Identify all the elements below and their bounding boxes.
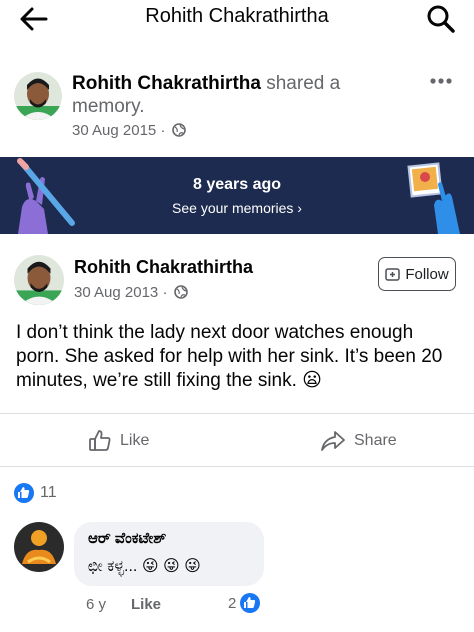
- follow-label: Follow: [405, 265, 449, 283]
- add-friend-icon: [385, 268, 401, 281]
- divider: [0, 413, 474, 414]
- comment-text: ಛೀ ಕಳ್ಳ... 😜 😜 😜: [88, 558, 201, 575]
- top-bar: Rohith Chakrathirtha: [0, 0, 474, 40]
- memory-post-meta: 30 Aug 2015 ·: [72, 122, 186, 139]
- memory-post-text: Rohith Chakrathirtha shared a memory.: [72, 72, 392, 118]
- share-label: Share: [354, 432, 397, 449]
- page-title: Rohith Chakrathirtha: [145, 5, 329, 27]
- comment-age: 6 y: [86, 596, 107, 613]
- hand-pencil-illustration: [17, 158, 75, 234]
- memory-post-date[interactable]: 30 Aug 2015: [72, 122, 156, 139]
- globe-icon: [171, 123, 186, 137]
- comment-like-number: 2: [228, 594, 237, 612]
- memory-post-header: Rohith Chakrathirtha shared a memory. 30…: [14, 70, 460, 150]
- share-button[interactable]: Share: [320, 427, 397, 455]
- original-post-header: Rohith Chakrathirtha 30 Aug 2013 · Follo…: [14, 255, 460, 315]
- memories-banner[interactable]: 8 years ago See your memories ›: [0, 157, 474, 234]
- like-label: Like: [120, 432, 150, 449]
- avatar[interactable]: [14, 72, 62, 120]
- thumbs-up-icon: [89, 430, 111, 451]
- see-your-memories-link[interactable]: See your memories ›: [0, 200, 474, 216]
- original-post-author[interactable]: Rohith Chakrathirtha: [74, 257, 253, 278]
- follow-button[interactable]: Follow: [378, 257, 456, 291]
- reaction-count: 11: [40, 484, 57, 501]
- post-body-text: I don’t think the lady next door watches…: [16, 322, 443, 391]
- hand-photo-illustration: [407, 162, 460, 234]
- like-button[interactable]: Like: [88, 427, 149, 455]
- commenter-avatar[interactable]: [14, 522, 64, 572]
- memory-post-author[interactable]: Rohith Chakrathirtha: [72, 73, 261, 94]
- original-post-meta: 30 Aug 2013 ·: [74, 284, 188, 301]
- like-reaction-icon: [240, 593, 261, 613]
- avatar[interactable]: [14, 255, 64, 305]
- like-reaction-icon: [14, 483, 34, 503]
- comment-like-count[interactable]: 2: [228, 593, 261, 613]
- search-icon[interactable]: [426, 4, 456, 34]
- comment-bubble: ಆರ್ ವೆಂಕಟೇಶ್ ಛೀ ಕಳ್ಳ... 😜 😜 😜: [74, 522, 264, 586]
- globe-icon: [173, 285, 188, 299]
- divider: [0, 466, 474, 467]
- more-options-icon[interactable]: [430, 76, 452, 86]
- share-arrow-icon: [321, 431, 345, 451]
- comment-author[interactable]: ಆರ್ ವೆಂಕಟೇಶ್: [88, 530, 166, 547]
- original-post-date[interactable]: 30 Aug 2013: [74, 284, 158, 301]
- banner-years-ago: 8 years ago: [192, 176, 282, 193]
- reaction-summary[interactable]: 11: [14, 482, 57, 504]
- comment-like-button[interactable]: Like: [131, 596, 161, 613]
- meta-separator: ·: [162, 284, 168, 301]
- meta-separator: ·: [160, 122, 166, 139]
